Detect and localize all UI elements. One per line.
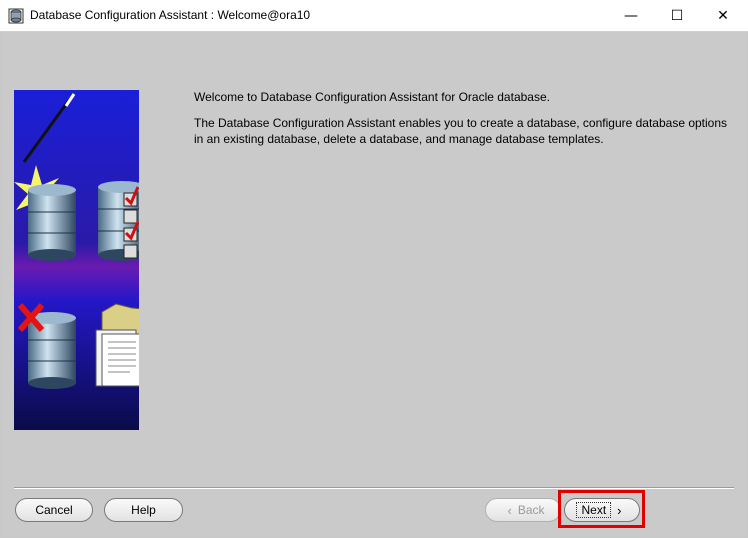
database-app-icon	[8, 8, 24, 24]
back-label: Back	[517, 503, 545, 517]
minimize-button[interactable]: —	[608, 0, 654, 31]
welcome-content: Welcome to Database Configuration Assist…	[194, 89, 734, 157]
welcome-description: The Database Configuration Assistant ena…	[194, 116, 728, 146]
template-folder-icon	[95, 303, 139, 387]
maximize-button[interactable]: ☐	[654, 0, 700, 31]
title-bar: Database Configuration Assistant : Welco…	[0, 0, 748, 32]
button-separator	[14, 487, 734, 489]
back-button[interactable]: ‹ Back	[485, 498, 561, 522]
chevron-left-icon: ‹	[507, 502, 512, 518]
close-button[interactable]: ✕	[700, 0, 746, 31]
welcome-heading: Welcome to Database Configuration Assist…	[194, 90, 550, 104]
next-button-highlight	[558, 490, 645, 528]
cancel-button[interactable]: Cancel	[15, 498, 93, 522]
window-title: Database Configuration Assistant : Welco…	[30, 8, 311, 22]
wizard-side-illustration	[14, 90, 139, 430]
help-button[interactable]: Help	[104, 498, 183, 522]
